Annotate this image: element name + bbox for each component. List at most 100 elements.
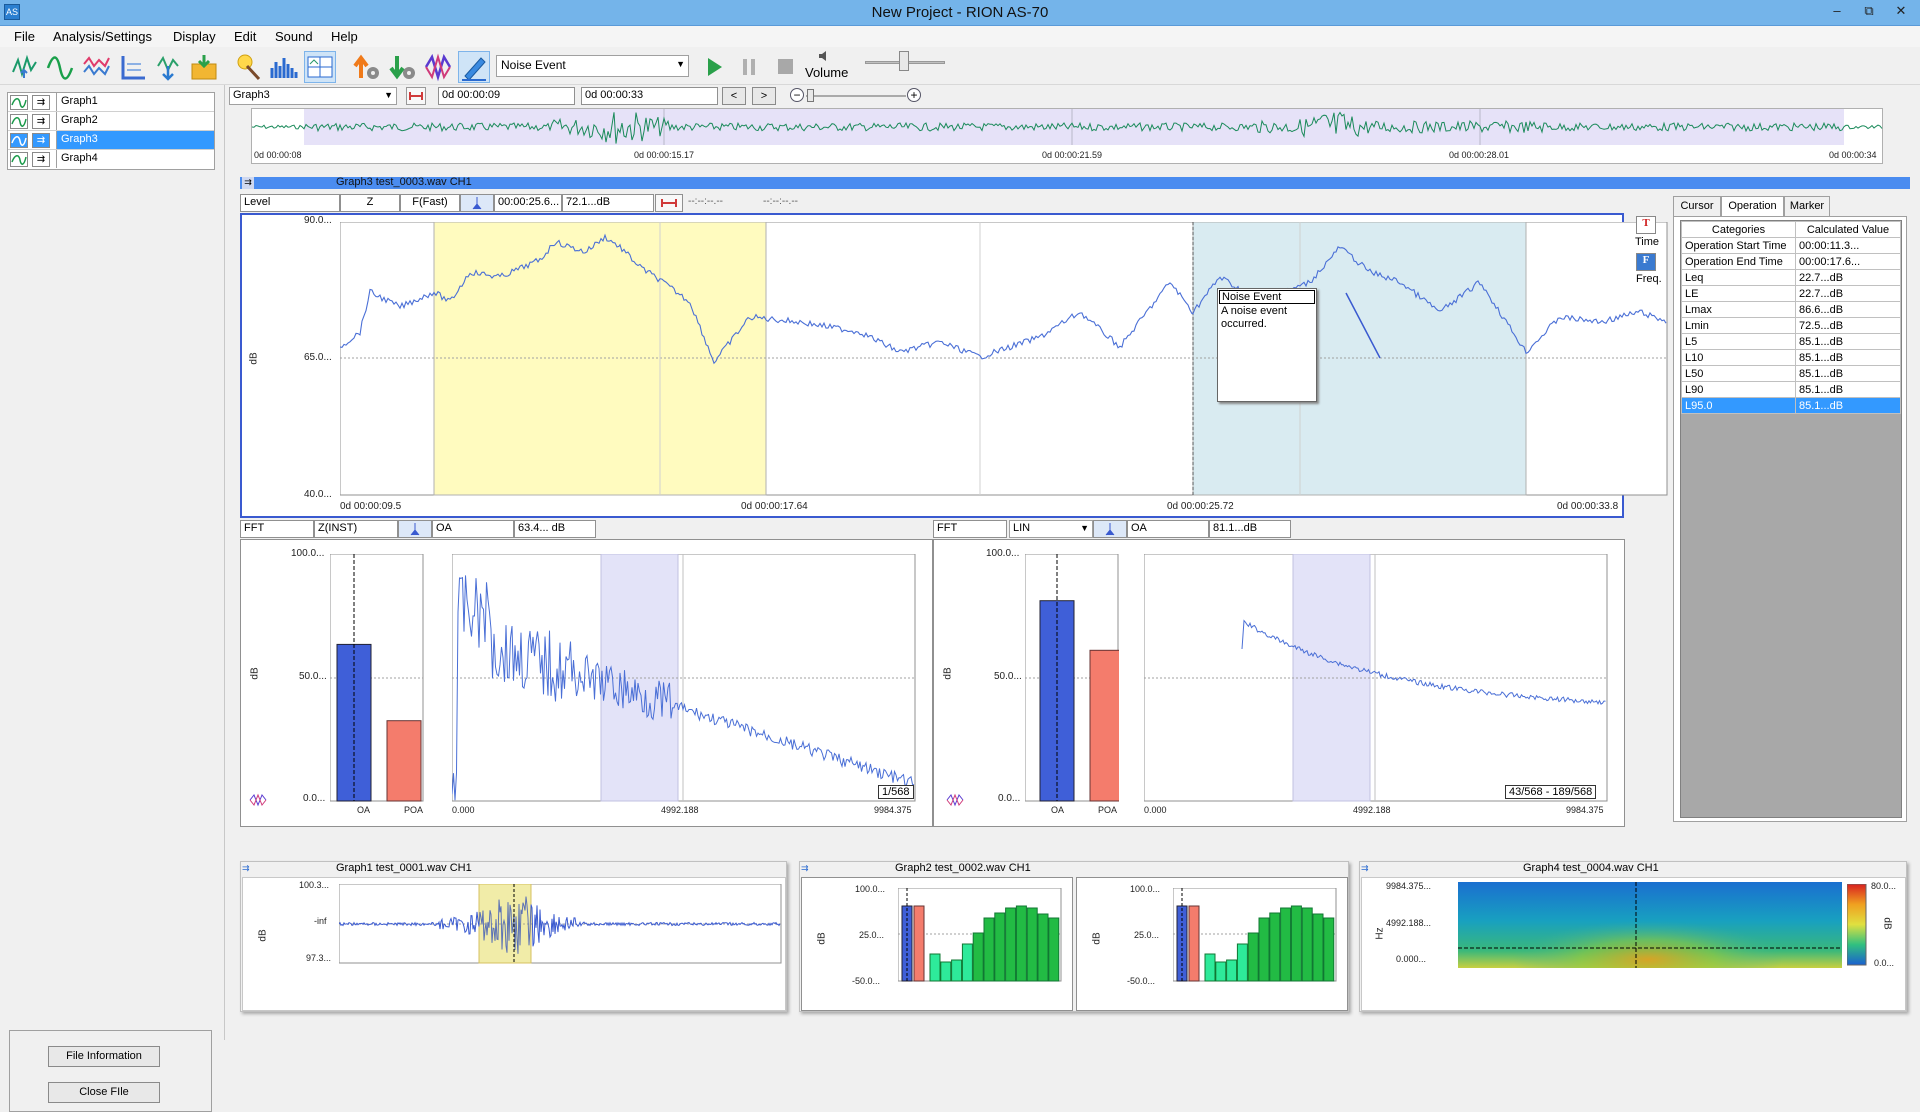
- multi-wave-icon[interactable]: [80, 51, 112, 83]
- event-type-select[interactable]: Noise Event ▼: [496, 55, 689, 77]
- table-row[interactable]: Lmax 86.6...dB: [1681, 301, 1901, 318]
- tab-operation[interactable]: Operation: [1721, 196, 1784, 217]
- import-icon[interactable]: [152, 51, 184, 83]
- file-information-button[interactable]: File Information: [48, 1046, 160, 1067]
- fft-left-spectrum[interactable]: [452, 554, 916, 802]
- next-button[interactable]: >: [752, 87, 776, 105]
- maximize-button[interactable]: ⧉: [1852, 1, 1886, 23]
- cursor-marker-icon[interactable]: [398, 520, 432, 538]
- overview-tick: 0d 00:00:21.59: [1042, 150, 1103, 160]
- pause-icon[interactable]: [733, 51, 765, 83]
- volume-slider-thumb[interactable]: [899, 51, 910, 71]
- level-graph-frame[interactable]: dB 90.0... 65.0... 40.0... Noise Event A…: [240, 213, 1668, 518]
- noise-event-annotation[interactable]: Noise Event A noise event occurred.: [1217, 288, 1317, 402]
- graph1-thumbnail[interactable]: ⇉ Graph1 test_0001.wav CH1 dB 100.3... -…: [240, 861, 787, 1012]
- zoom-slider-thumb[interactable]: [807, 89, 814, 102]
- pen-icon[interactable]: [458, 51, 490, 83]
- axis-icon[interactable]: [116, 51, 148, 83]
- compare-wave-icon[interactable]: [422, 51, 454, 83]
- table-row[interactable]: LE 22.7...dB: [1681, 285, 1901, 302]
- value-cell: 85.1...dB: [1795, 365, 1901, 382]
- wave-icon[interactable]: [10, 152, 28, 167]
- zoom-in-icon[interactable]: +: [907, 88, 921, 102]
- bar-label-oa: OA: [357, 805, 371, 815]
- compare-wave-icon[interactable]: [946, 793, 964, 807]
- link-icon[interactable]: ⇉: [32, 95, 50, 110]
- graph-select[interactable]: Graph3 ▼: [229, 87, 397, 105]
- table-row[interactable]: L50 85.1...dB: [1681, 365, 1901, 382]
- end-time-field[interactable]: 0d 00:00:33: [581, 87, 718, 105]
- wave-icon[interactable]: [10, 114, 28, 129]
- y-tick: 50.0...: [299, 671, 327, 682]
- level-plot[interactable]: [340, 222, 1668, 496]
- value-cell: 22.7...dB: [1795, 269, 1901, 286]
- level-time-icon[interactable]: [8, 51, 40, 83]
- table-row[interactable]: Operation Start Time 00:00:11.3...: [1681, 237, 1901, 254]
- fft-right-mode[interactable]: LIN ▼: [1009, 520, 1093, 538]
- cursor-marker-icon[interactable]: [1093, 520, 1127, 538]
- down-settings-icon[interactable]: [386, 51, 418, 83]
- weighting-field[interactable]: Z: [340, 194, 400, 212]
- tab-cursor[interactable]: Cursor: [1673, 196, 1721, 216]
- tab-marker[interactable]: Marker: [1784, 196, 1830, 216]
- stop-icon[interactable]: [769, 51, 801, 83]
- fft-left-frame[interactable]: dB 100.0... 50.0... 0.0... OA POA 0.000 …: [240, 539, 933, 827]
- graph2-thumbnail[interactable]: ⇉ Graph2 test_0002.wav CH1 dB 100.0... 2…: [799, 861, 1349, 1012]
- link-icon[interactable]: ⇉: [32, 152, 50, 167]
- graph-list-item[interactable]: ⇉ Graph4: [8, 150, 214, 169]
- play-icon[interactable]: [697, 51, 729, 83]
- table-row[interactable]: Lmin 72.5...dB: [1681, 317, 1901, 334]
- menu-edit[interactable]: Edit: [234, 29, 256, 44]
- range-icon[interactable]: [655, 194, 683, 212]
- link-icon[interactable]: ⇉: [32, 114, 50, 129]
- start-time-field[interactable]: 0d 00:00:09: [438, 87, 575, 105]
- fft-right-spectrum[interactable]: [1144, 554, 1608, 802]
- graph4-thumbnail[interactable]: ⇉ Graph4 test_0004.wav CH1 Hz 9984.375..…: [1359, 861, 1907, 1012]
- table-row[interactable]: L95.0 85.1...dB: [1681, 397, 1901, 414]
- cursor-marker-icon[interactable]: [460, 194, 494, 212]
- up-settings-icon[interactable]: [350, 51, 382, 83]
- fft-right-frame[interactable]: dB 100.0... 50.0... 0.0... OA POA 0.000 …: [933, 539, 1625, 827]
- link-icon[interactable]: ⇉: [32, 133, 50, 148]
- waveform-icon[interactable]: [44, 51, 76, 83]
- fft-left-mode[interactable]: Z(INST): [314, 520, 398, 538]
- spectrum-icon[interactable]: [268, 51, 300, 83]
- range-icon[interactable]: [406, 87, 426, 105]
- graph3-link-icon[interactable]: ⇉: [242, 177, 254, 189]
- graph-list-item[interactable]: ⇉ Graph1: [8, 93, 214, 112]
- time-weighting-field[interactable]: F(Fast): [400, 194, 460, 212]
- close-button[interactable]: ✕: [1884, 1, 1918, 23]
- graph2-bar: [951, 959, 963, 982]
- close-file-button[interactable]: Close FIle: [48, 1082, 160, 1103]
- table-row[interactable]: L90 85.1...dB: [1681, 381, 1901, 398]
- link-icon[interactable]: ⇉: [1361, 863, 1375, 875]
- menu-help[interactable]: Help: [331, 29, 358, 44]
- wave-icon[interactable]: [10, 95, 28, 110]
- menu-display[interactable]: Display: [173, 29, 216, 44]
- folder-export-icon[interactable]: [188, 51, 220, 83]
- graph-list-item[interactable]: ⇉ Graph2: [8, 112, 214, 131]
- freq-toggle-icon[interactable]: F: [1636, 253, 1656, 271]
- minimize-button[interactable]: –: [1820, 1, 1854, 23]
- zoom-out-icon[interactable]: −: [790, 88, 804, 102]
- link-icon[interactable]: ⇉: [801, 863, 815, 875]
- layout-icon[interactable]: [304, 51, 336, 83]
- table-row[interactable]: Operation End Time 00:00:17.6...: [1681, 253, 1901, 270]
- color-scale-bar: [1847, 884, 1867, 966]
- fft-left-oa-value: 63.4... dB: [514, 520, 596, 538]
- table-row[interactable]: Leq 22.7...dB: [1681, 269, 1901, 286]
- prev-button[interactable]: <: [722, 87, 746, 105]
- menu-sound[interactable]: Sound: [275, 29, 313, 44]
- time-toggle-icon[interactable]: T: [1636, 216, 1656, 234]
- table-row[interactable]: L10 85.1...dB: [1681, 349, 1901, 366]
- graph-list-item-selected[interactable]: ⇉ Graph3: [8, 131, 214, 150]
- zoom-slider-track[interactable]: [806, 95, 906, 97]
- menu-analysis-settings[interactable]: Analysis/Settings: [53, 29, 152, 44]
- wave-icon[interactable]: [10, 133, 28, 148]
- menu-file[interactable]: File: [14, 29, 35, 44]
- overview-strip[interactable]: 0d 00:00:08 0d 00:00:15.17 0d 00:00:21.5…: [251, 108, 1883, 164]
- table-row[interactable]: L5 85.1...dB: [1681, 333, 1901, 350]
- compare-wave-icon[interactable]: [249, 793, 267, 807]
- link-icon[interactable]: ⇉: [242, 863, 256, 875]
- wand-icon[interactable]: [232, 51, 264, 83]
